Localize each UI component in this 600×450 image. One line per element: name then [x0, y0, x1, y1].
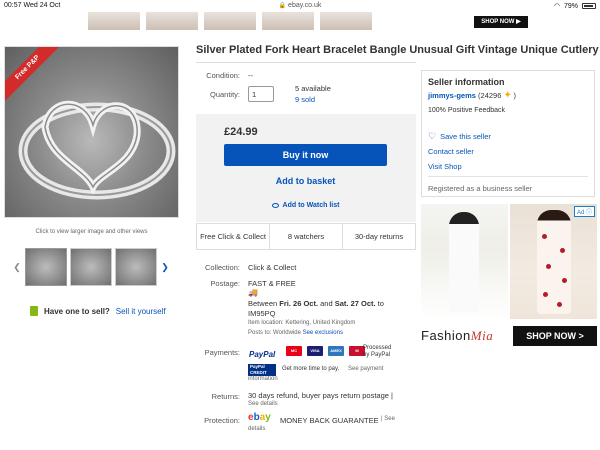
returns-see-details-link[interactable]: See details	[248, 401, 278, 407]
buy-it-now-button[interactable]: Buy it now	[224, 144, 387, 166]
gallery-caption: Click to view larger image and other vie…	[35, 229, 148, 235]
seller-name-link[interactable]: jimmys-gems	[428, 91, 476, 100]
collection-label: Collection:	[204, 263, 240, 272]
save-seller-link[interactable]: ♡ Save this seller	[428, 131, 491, 142]
buy-box: £24.99 Buy it now Add to basket Add to W…	[196, 114, 416, 222]
seller-info-panel: Seller information jimmys-gems (24296 ✦)…	[421, 70, 595, 197]
ebay-logo: ebay	[248, 412, 271, 423]
status-right: ◠ 79%	[554, 2, 596, 10]
visit-shop-link[interactable]: Visit Shop	[428, 162, 462, 171]
returns-summary: 30-day returns	[354, 231, 404, 241]
wifi-icon: ◠	[553, 3, 560, 10]
collection-value: Click & Collect	[248, 263, 297, 272]
banner-image	[320, 12, 372, 30]
main-product-image[interactable]: Free P&P	[4, 46, 179, 218]
payments-label: Payments:	[204, 348, 240, 357]
quantity-label: Quantity:	[209, 90, 240, 99]
add-to-basket-button[interactable]: Add to basket	[224, 176, 387, 190]
listing-stats: Free Click & Collect 8 watchers 30-day r…	[196, 223, 416, 250]
amex-icon: AMEX	[328, 346, 344, 356]
quantity-input[interactable]: 1	[248, 86, 274, 102]
sold-count-link[interactable]: 9 sold	[295, 95, 315, 104]
banner-image	[146, 12, 198, 30]
ad-image-floral-dress	[510, 204, 597, 319]
status-bar: 00:57 Wed 24 Oct 🔒 ebay.co.uk ◠ 79%	[0, 0, 600, 12]
item-location: Item location: Kettering, United Kingdom	[248, 320, 356, 326]
fashion-ad[interactable]: Ad ⓘ FashionMia SHOP NOW >	[421, 204, 597, 348]
mastercard-icon: MC	[286, 346, 302, 356]
paypal-logo: PayPal	[249, 350, 276, 359]
thumbnail[interactable]	[115, 248, 157, 286]
heart-outline-icon: ♡	[428, 131, 437, 141]
fashionmia-logo: FashionMia	[421, 328, 494, 343]
protection-label: Protection:	[204, 416, 240, 425]
watchers-count: 8 watchers	[270, 224, 343, 249]
eye-icon	[271, 202, 279, 208]
watch-list-label: Add to Watch list	[282, 202, 340, 209]
thumbnail-strip: ❮ ❯	[12, 248, 172, 286]
thumbnail[interactable]	[25, 248, 67, 286]
protection-see-link[interactable]: | See	[381, 416, 395, 422]
divider	[196, 62, 416, 63]
model-figure	[537, 210, 571, 314]
free-click-collect: Free Click & Collect	[197, 224, 270, 249]
returns-value: 30 days refund, buyer pays return postag…	[248, 391, 393, 400]
delivery-estimate: Between Fri. 26 Oct. and Sat. 27 Oct. to	[248, 299, 384, 308]
lock-icon: 🔒	[278, 3, 287, 9]
visa-icon: VISA	[307, 346, 323, 356]
available-count: 5 available	[295, 84, 331, 93]
chevron-right-icon[interactable]: ❯	[160, 262, 170, 273]
star-icon: ✦	[503, 90, 512, 101]
sell-it-yourself-link[interactable]: Sell it yourself	[116, 307, 166, 316]
listing-title: Silver Plated Fork Heart Bracelet Bangle…	[196, 44, 599, 56]
see-exclusions-link[interactable]: See exclusions	[303, 330, 343, 336]
by-paypal-label: by PayPal	[363, 352, 391, 358]
positive-feedback: 100% Positive Feedback	[428, 107, 506, 114]
feedback-score: (24296 ✦)	[478, 90, 516, 101]
seller-name-row: jimmys-gems (24296 ✦)	[428, 91, 516, 101]
battery-icon	[582, 3, 596, 9]
ad-footer: FashionMia SHOP NOW >	[421, 324, 597, 348]
contact-seller-link[interactable]: Contact seller	[428, 147, 474, 156]
model-figure	[449, 212, 479, 312]
ad-image-white-dress	[421, 204, 508, 319]
delivery-postcode: IM95PQ	[248, 309, 276, 318]
postage-value: FAST & FREE	[248, 279, 296, 288]
banner-image	[262, 12, 314, 30]
price-tag-icon	[30, 306, 38, 316]
banner-image	[88, 12, 140, 30]
chevron-left-icon[interactable]: ❮	[12, 262, 22, 273]
delivery-van-icon: 🚚	[248, 288, 258, 297]
battery-percent: 79%	[563, 2, 578, 10]
price: £24.99	[224, 126, 258, 138]
thumbnail[interactable]	[70, 248, 112, 286]
paypal-credit-icon: PayPal CREDIT	[248, 364, 276, 376]
sell-label: Have one to sell?	[44, 306, 110, 316]
posts-to: Posts to: Worldwide See exclusions	[248, 330, 343, 336]
condition-label: Condition:	[206, 71, 240, 80]
add-to-watch-list-button[interactable]: Add to Watch list	[224, 202, 387, 212]
money-back-guarantee: MONEY BACK GUARANTEE	[280, 416, 379, 425]
postage-label: Postage:	[210, 279, 240, 288]
see-payment-link[interactable]: See payment	[348, 366, 383, 372]
protection-details-link[interactable]: details	[248, 426, 265, 432]
top-ad-strip[interactable]: SHOP NOW ▶	[88, 12, 528, 30]
sell-prompt: Have one to sell? Sell it yourself	[30, 306, 166, 316]
banner-shop-now-button[interactable]: SHOP NOW ▶	[474, 16, 528, 28]
address-bar[interactable]: 🔒 ebay.co.uk	[0, 2, 600, 9]
condition-value: --	[248, 71, 253, 80]
ad-badge[interactable]: Ad ⓘ	[573, 206, 595, 217]
returns-label: Returns:	[211, 392, 240, 401]
ad-shop-now-button[interactable]: SHOP NOW >	[513, 326, 597, 346]
seller-heading: Seller information	[428, 77, 505, 87]
payment-information-link[interactable]: information	[248, 376, 278, 382]
more-time-text: Get more time to pay.	[282, 366, 340, 372]
banner-image	[204, 12, 256, 30]
business-seller-note: Registered as a business seller	[428, 184, 533, 193]
processed-label: Processed	[363, 345, 392, 351]
divider	[428, 176, 588, 177]
